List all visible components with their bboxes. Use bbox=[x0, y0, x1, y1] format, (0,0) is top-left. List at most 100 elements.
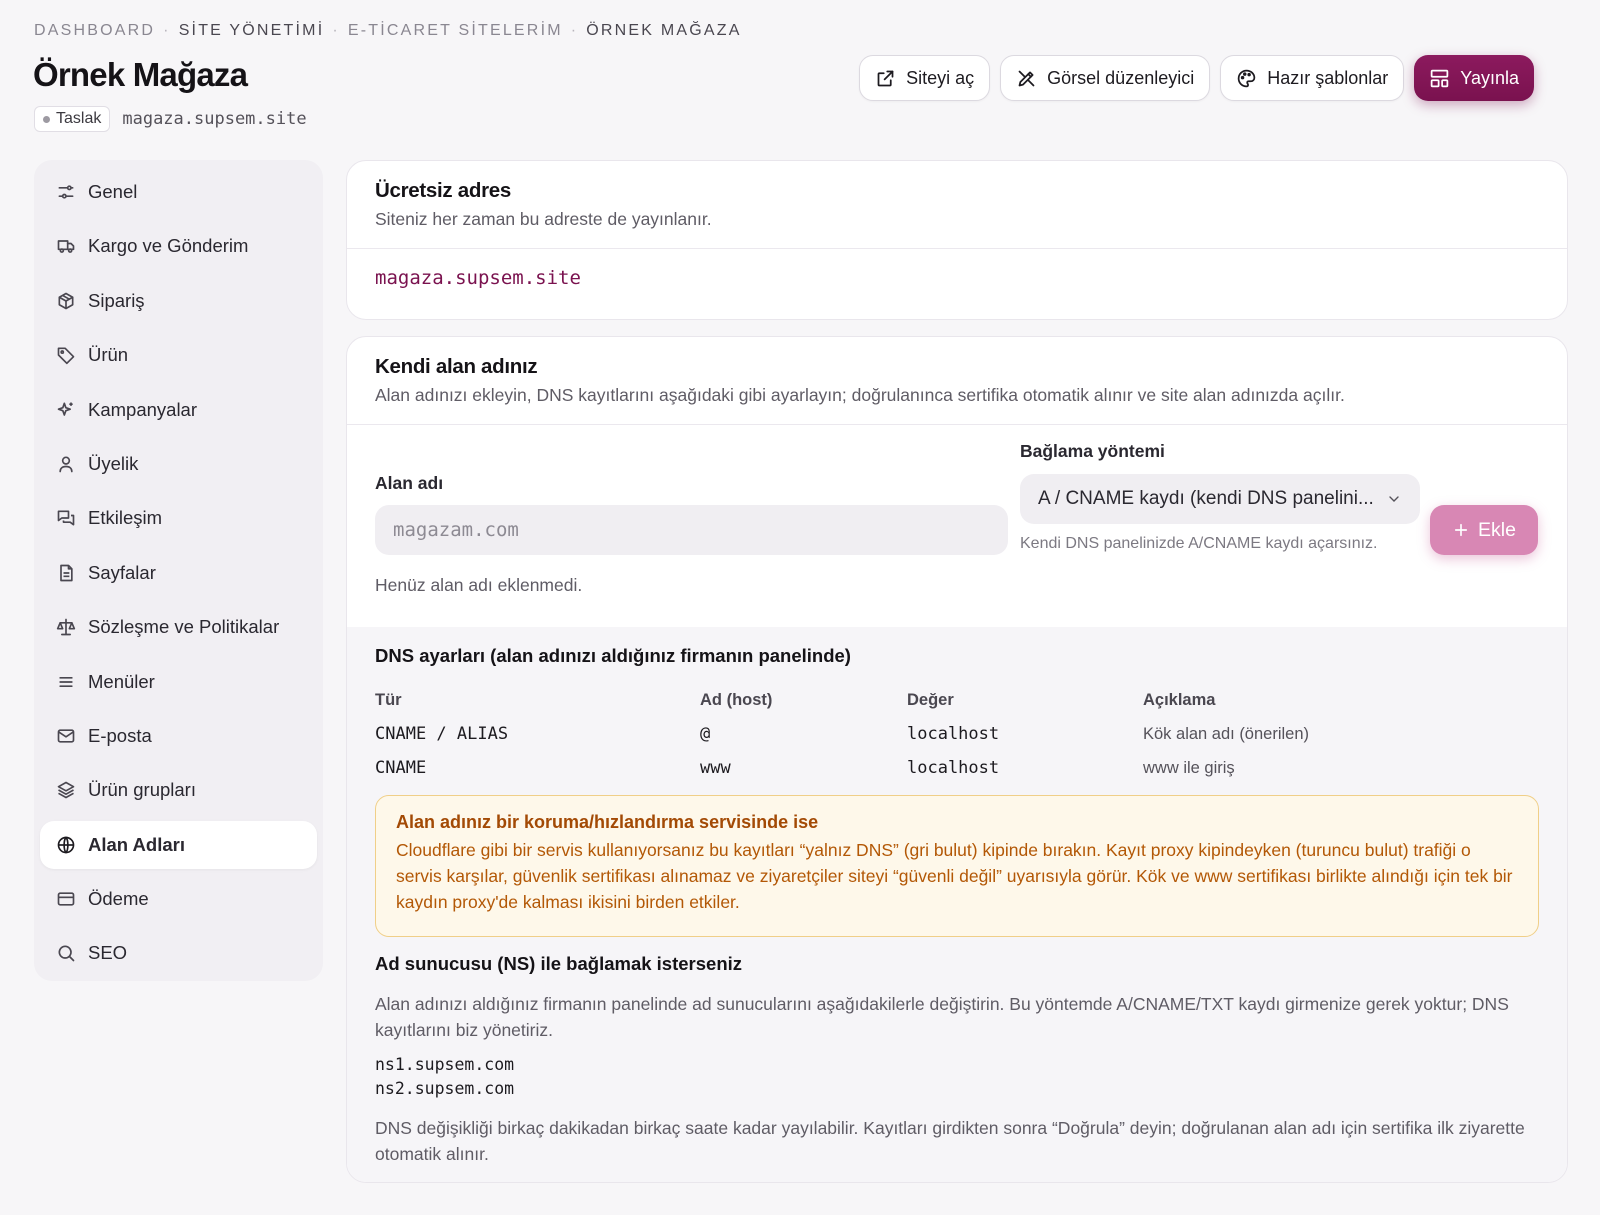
open-site-label: Siteyi aç bbox=[906, 67, 975, 88]
site-domain: magaza.supsem.site bbox=[122, 109, 307, 129]
search-icon bbox=[58, 945, 75, 962]
add-domain-label: Ekle bbox=[1478, 518, 1516, 541]
sidebar-item-alan-adlari[interactable]: Alan Adları bbox=[40, 820, 317, 869]
chat-icon bbox=[57, 510, 75, 526]
sidebar-item-uyelik[interactable]: Üyelik bbox=[40, 440, 317, 488]
dns-header-description: Açıklama bbox=[1143, 691, 1216, 709]
sidebar-item-sozlesme[interactable]: Sözleşme ve Politikalar bbox=[40, 603, 317, 651]
dns-row-1-host: @ bbox=[700, 724, 711, 744]
templates-label: Hazır şablonlar bbox=[1267, 67, 1389, 88]
breadcrumb-ecommerce-sites[interactable]: E-TİCARET SİTELERİM bbox=[348, 22, 563, 40]
dns-row-2-value: localhost bbox=[907, 758, 1000, 778]
nameserver-item: ns1.supsem.com bbox=[375, 1055, 515, 1074]
globe-icon bbox=[57, 836, 75, 854]
dns-row-2-type: CNAME bbox=[375, 758, 427, 778]
header-actions: Siteyi aç Görsel düzenleyici Hazır şablo… bbox=[859, 55, 1534, 101]
sidebar-item-label: Etkileşim bbox=[88, 507, 163, 529]
sidebar-item-label: E-posta bbox=[88, 724, 152, 746]
nameserver-description: Alan adınızı aldığınız firmanın panelind… bbox=[375, 994, 1509, 1040]
domain-form: Bağlama yöntemi Alan adı magazam.com A /… bbox=[347, 337, 1567, 627]
nameserver-title: Ad sunucusu (NS) ile bağlamak isterseniz bbox=[375, 953, 743, 974]
free-address-subtitle: Siteniz her zaman bu adreste de yayınlan… bbox=[375, 209, 712, 229]
sidebar-item-label: Kargo ve Gönderim bbox=[88, 235, 249, 257]
plus-icon bbox=[1454, 523, 1468, 537]
breadcrumb-separator: · bbox=[570, 22, 579, 39]
card-icon bbox=[57, 892, 75, 906]
sidebar-item-sayfalar[interactable]: Sayfalar bbox=[40, 549, 317, 597]
visual-editor-button[interactable]: Görsel düzenleyici bbox=[1000, 55, 1211, 101]
dns-row-2-host: www bbox=[700, 758, 731, 778]
breadcrumb-current: ÖRNEK MAĞAZA bbox=[586, 22, 742, 39]
status-label: Taslak bbox=[56, 110, 102, 127]
breadcrumb-site-management[interactable]: SİTE YÖNETİMİ bbox=[179, 22, 325, 40]
sidebar-item-label: Ödeme bbox=[88, 888, 149, 910]
layout-icon bbox=[1431, 69, 1449, 87]
package-icon bbox=[58, 292, 74, 310]
custom-domain-card: Kendi alan adınız Alan adınızı ekleyin, … bbox=[346, 336, 1568, 1183]
truck-icon bbox=[57, 240, 75, 254]
sparkles-icon bbox=[57, 402, 73, 416]
external-link-icon bbox=[877, 70, 894, 86]
sidebar-item-etkilesim[interactable]: Etkileşim bbox=[40, 494, 317, 542]
sidebar-item-label: Menüler bbox=[88, 670, 155, 692]
sidebar-item-label: Üyelik bbox=[88, 452, 139, 474]
dns-row-1-description: Kök alan adı (önerilen) bbox=[1143, 725, 1310, 743]
tag-icon bbox=[57, 347, 75, 365]
domain-input[interactable]: magazam.com bbox=[375, 505, 1008, 555]
sidebar-item-kargo[interactable]: Kargo ve Gönderim bbox=[40, 222, 317, 270]
free-address-card: Ücretsiz adres Siteniz her zaman bu adre… bbox=[346, 160, 1568, 320]
sidebar-item-kampanyalar[interactable]: Kampanyalar bbox=[40, 386, 317, 434]
sidebar-item-menuler[interactable]: Menüler bbox=[40, 658, 317, 706]
sidebar-item-label: Alan Adları bbox=[88, 833, 185, 855]
chevron-down-icon bbox=[1389, 496, 1399, 502]
empty-domain-note: Henüz alan adı eklenmedi. bbox=[375, 575, 583, 595]
page-title: Örnek Mağaza bbox=[33, 56, 248, 93]
method-label: Bağlama yöntemi bbox=[1020, 441, 1165, 461]
nameserver-item: ns2.supsem.com bbox=[375, 1079, 515, 1098]
visual-editor-label: Görsel düzenleyici bbox=[1047, 67, 1195, 88]
dns-header-type: Tür bbox=[375, 691, 402, 709]
sidebar-item-label: Ürün bbox=[88, 344, 129, 366]
sidebar-item-odeme[interactable]: Ödeme bbox=[40, 875, 317, 923]
proxy-warning: Alan adınız bir koruma/hızlandırma servi… bbox=[375, 795, 1539, 937]
status-badge: Taslak bbox=[34, 106, 111, 132]
free-address-header: Ücretsiz adres Siteniz her zaman bu adre… bbox=[347, 161, 1567, 249]
layers-icon bbox=[57, 781, 75, 799]
sidebar-item-label: Ürün grupları bbox=[88, 779, 196, 801]
sidebar-item-genel[interactable]: Genel bbox=[40, 168, 317, 216]
scale-icon bbox=[56, 618, 76, 636]
breadcrumb-dashboard[interactable]: DASHBOARD bbox=[34, 22, 155, 40]
breadcrumb: DASHBOARD · SİTE YÖNETİMİ · E-TİCARET Sİ… bbox=[34, 22, 742, 40]
sidebar-item-seo[interactable]: SEO bbox=[40, 929, 317, 977]
status-row: Taslak magaza.supsem.site bbox=[34, 106, 307, 132]
sliders-icon bbox=[58, 185, 74, 199]
dns-propagation-note: DNS değişikliği birkaç dakikadan birkaç … bbox=[375, 1118, 1525, 1164]
dns-header-host: Ad (host) bbox=[700, 691, 773, 709]
warning-body: Cloudflare gibi bir servis kullanıyorsan… bbox=[396, 840, 1513, 912]
templates-button[interactable]: Hazır şablonlar bbox=[1220, 55, 1405, 101]
dns-table: Tür Ad (host) Değer Açıklama CNAME / ALI… bbox=[375, 683, 1539, 783]
menu-icon bbox=[59, 676, 73, 687]
file-icon bbox=[60, 564, 73, 582]
method-select[interactable]: A / CNAME kaydı (kendi DNS panelini... bbox=[1020, 474, 1420, 524]
breadcrumb-separator: · bbox=[163, 22, 171, 39]
method-hint: Kendi DNS panelinizde A/CNAME kaydı açar… bbox=[1020, 535, 1378, 552]
sidebar-item-urun[interactable]: Ürün bbox=[40, 331, 317, 379]
sidebar-item-siparis[interactable]: Sipariş bbox=[40, 277, 317, 325]
user-icon bbox=[59, 456, 73, 473]
sidebar-item-eposta[interactable]: E-posta bbox=[40, 712, 317, 760]
publish-button[interactable]: Yayınla bbox=[1414, 55, 1534, 101]
dns-title: DNS ayarları (alan adınızı aldığınız fir… bbox=[375, 645, 851, 666]
sidebar-item-label: Sipariş bbox=[88, 289, 145, 311]
method-select-value: A / CNAME kaydı (kendi DNS panelini... bbox=[1038, 488, 1374, 509]
add-domain-button[interactable]: Ekle bbox=[1430, 505, 1538, 555]
domain-label: Alan adı bbox=[375, 473, 444, 493]
breadcrumb-separator: · bbox=[332, 22, 340, 39]
dns-row-2-description: www ile giriş bbox=[1143, 759, 1235, 777]
nameserver-list: ns1.supsem.com ns2.supsem.com bbox=[375, 1053, 1539, 1101]
dns-header-value: Değer bbox=[907, 691, 954, 709]
pen-tool-icon bbox=[1018, 70, 1035, 86]
open-site-button[interactable]: Siteyi aç bbox=[859, 55, 991, 101]
palette-icon bbox=[1238, 69, 1256, 87]
sidebar-item-urun-gruplari[interactable]: Ürün grupları bbox=[40, 766, 317, 814]
